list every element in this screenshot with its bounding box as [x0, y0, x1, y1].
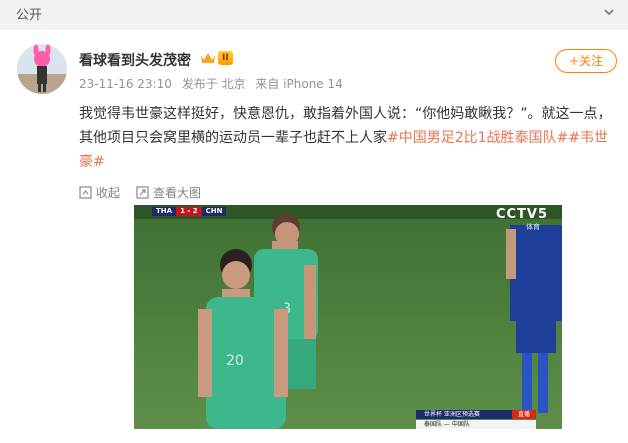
post-meta: 23-11-16 23:10 发布于 北京 来自 iPhone 14	[79, 75, 349, 92]
post-time[interactable]: 23-11-16 23:10	[79, 77, 172, 91]
scoreboard: THA 1 - 2 CHN	[152, 207, 227, 216]
view-large-label: 查看大图	[153, 186, 202, 200]
svg-text:20: 20	[226, 353, 244, 369]
post-device: 来自 iPhone 14	[255, 77, 343, 91]
score-team-home: THA	[152, 207, 177, 216]
follow-button[interactable]: +关注	[555, 49, 617, 73]
zoom-icon	[136, 186, 149, 199]
post-location: 发布于 北京	[181, 77, 246, 91]
post-text: 我觉得韦世豪这样挺好，快意恩仇，敢指着外国人说：“你他妈敢瞅我？”。就这一点，其…	[79, 102, 619, 174]
user-badges: II	[200, 49, 233, 67]
visibility-label: 公开	[16, 8, 43, 23]
score-value: 1 - 2	[176, 207, 202, 216]
image-actions: 收起 查看大图	[79, 184, 201, 201]
vip-badge: II	[218, 51, 233, 65]
banner-bottom-row: 泰国队 — 中国队	[416, 420, 536, 429]
score-team-away: CHN	[201, 207, 227, 216]
match-screenshot[interactable]: 8 20 THA 1 - 2 CHN CCTV5 体育 世界杯 亚洲区预选赛 直…	[134, 205, 562, 429]
collapse-label: 收起	[96, 186, 121, 200]
hashtag-link[interactable]: #中国男足2比1战胜泰国队#	[387, 130, 568, 146]
broadcaster-logo: CCTV5	[495, 207, 548, 222]
crown-icon	[201, 53, 215, 63]
match-scene: 8 20	[134, 205, 562, 429]
chevron-down-icon[interactable]	[602, 5, 616, 19]
banner-title: 世界杯 亚洲区预选赛	[424, 411, 480, 418]
visibility-bar: 公开	[0, 0, 628, 26]
match-banner: 世界杯 亚洲区预选赛 直播 泰国队 — 中国队	[416, 410, 536, 429]
broadcaster-sub: 体育	[526, 223, 540, 231]
weibo-post-card: 看球看到头发茂密 II 23-11-16 23:10 发布于 北京 来自 iPh…	[0, 30, 628, 443]
live-badge: 直播	[511, 410, 536, 419]
view-large-button[interactable]: 查看大图	[136, 184, 201, 201]
username[interactable]: 看球看到头发茂密	[79, 50, 191, 70]
banner-teams: 泰国队 — 中国队	[424, 421, 470, 428]
collapse-button[interactable]: 收起	[79, 184, 120, 201]
avatar[interactable]	[17, 44, 67, 94]
collapse-icon	[79, 186, 92, 199]
